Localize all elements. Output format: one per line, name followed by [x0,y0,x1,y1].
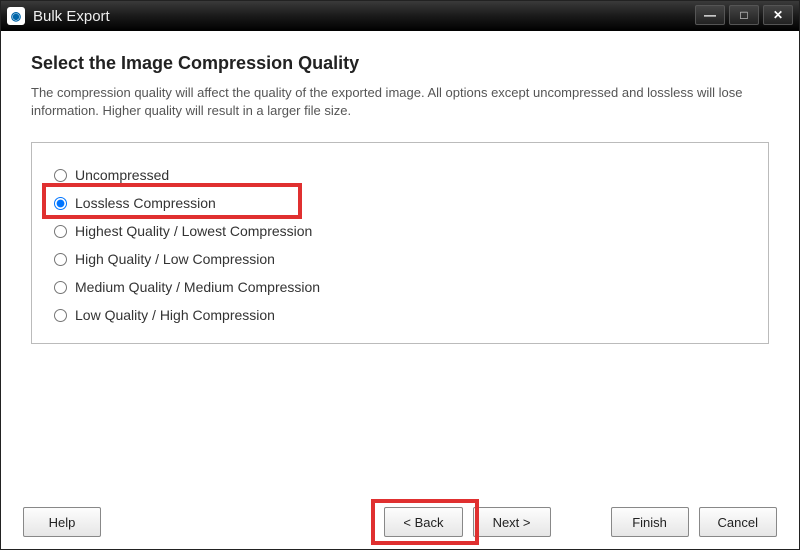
radio-medium-quality[interactable] [54,281,67,294]
option-label: Highest Quality / Lowest Compression [75,223,312,239]
app-icon: ◉ [7,7,25,25]
bulk-export-window: ◉ Bulk Export — □ ✕ Select the Image Com… [0,0,800,550]
nav-buttons: < Back Next > [384,507,550,537]
compression-options-group: Uncompressed Lossless Compression Highes… [31,142,769,344]
close-button[interactable]: ✕ [763,5,793,25]
option-lossless[interactable]: Lossless Compression [50,189,750,217]
radio-lossless[interactable] [54,197,67,210]
titlebar: ◉ Bulk Export — □ ✕ [1,1,799,31]
finish-button[interactable]: Finish [611,507,689,537]
option-low-quality[interactable]: Low Quality / High Compression [50,301,750,329]
cancel-button[interactable]: Cancel [699,507,777,537]
option-label: Uncompressed [75,167,169,183]
page-description: The compression quality will affect the … [31,84,751,120]
option-high-quality[interactable]: High Quality / Low Compression [50,245,750,273]
option-label: Medium Quality / Medium Compression [75,279,320,295]
wizard-button-bar: Help < Back Next > Finish Cancel [1,507,799,537]
help-button[interactable]: Help [23,507,101,537]
option-medium-quality[interactable]: Medium Quality / Medium Compression [50,273,750,301]
window-controls: — □ ✕ [695,5,793,25]
minimize-button[interactable]: — [695,5,725,25]
back-button[interactable]: < Back [384,507,462,537]
wizard-content: Select the Image Compression Quality The… [1,31,799,344]
option-uncompressed[interactable]: Uncompressed [50,161,750,189]
option-label: High Quality / Low Compression [75,251,275,267]
maximize-button[interactable]: □ [729,5,759,25]
radio-low-quality[interactable] [54,309,67,322]
option-label: Lossless Compression [75,195,216,211]
next-button[interactable]: Next > [473,507,551,537]
radio-high-quality[interactable] [54,253,67,266]
finish-buttons: Finish Cancel [611,507,777,537]
option-label: Low Quality / High Compression [75,307,275,323]
radio-uncompressed[interactable] [54,169,67,182]
page-heading: Select the Image Compression Quality [31,53,769,74]
option-highest-quality[interactable]: Highest Quality / Lowest Compression [50,217,750,245]
radio-highest-quality[interactable] [54,225,67,238]
window-title: Bulk Export [33,8,793,25]
